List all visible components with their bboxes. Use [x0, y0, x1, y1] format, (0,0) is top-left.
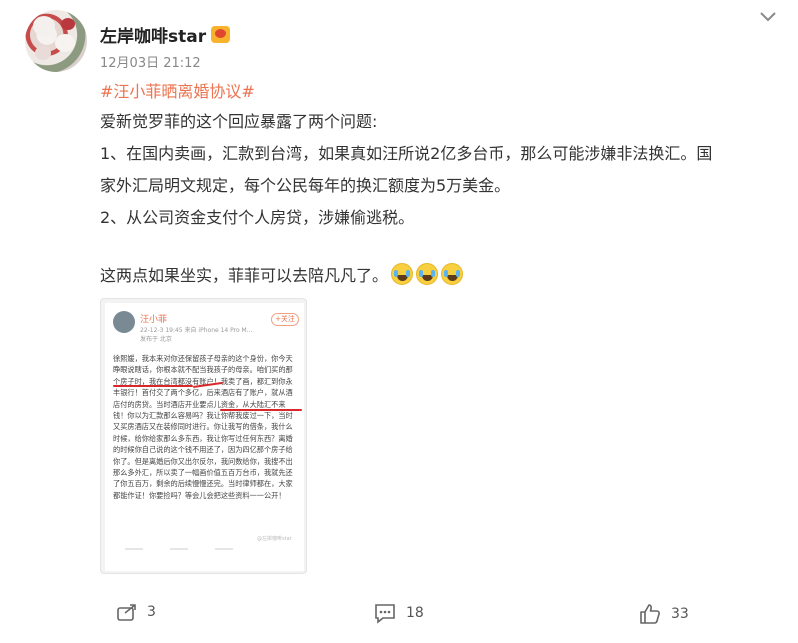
crying-emoji-icon: [441, 263, 464, 285]
hashtag-link[interactable]: #汪小菲晒离婚协议#: [100, 78, 255, 102]
screenshot-weibo-post: 汪小菲 22-12-3 19:45 来自 iPhone 14 Pro M... …: [105, 303, 304, 571]
user-avatar[interactable]: [25, 10, 87, 72]
embedded-meta: 22-12-3 19:45 来自 iPhone 14 Pro M... 发布于 …: [140, 325, 252, 343]
embedded-user-name: 汪小菲: [140, 315, 168, 325]
comment-button[interactable]: 18: [373, 602, 424, 624]
vip-badge-icon: [211, 26, 231, 43]
post-text: 这两点如果坐实，菲菲可以去陪凡凡了。: [100, 266, 389, 285]
watermark: @左岸咖啡star: [257, 536, 292, 542]
embedded-follow-button: +关注: [271, 313, 299, 326]
comment-count: 18: [406, 605, 424, 621]
crying-emoji-icon: [391, 263, 414, 285]
like-count: 33: [671, 606, 689, 622]
post-text-line: 1、在国内卖画，汇款到台湾，如果真如汪所说2亿多台币，那么可能涉嫌非法换汇。国: [100, 144, 713, 163]
comment-icon: [373, 602, 397, 624]
post-text-line: 爱新觉罗菲的这个回应暴露了两个问题:: [100, 112, 378, 131]
like-button[interactable]: 33: [638, 602, 689, 626]
share-icon: [116, 602, 138, 622]
share-button[interactable]: 3: [116, 602, 156, 622]
post-text-line: 2、从公司资金支付个人房贷，涉嫌偷逃税。: [100, 208, 415, 227]
crying-emoji-icon: [416, 263, 439, 285]
user-name[interactable]: 左岸咖啡star: [100, 22, 206, 47]
red-underline: [220, 409, 302, 411]
embedded-location: 发布于 北京: [140, 336, 172, 343]
post-time[interactable]: 12月03日 21:12: [100, 52, 201, 71]
red-underline: [113, 385, 193, 387]
share-count: 3: [147, 604, 156, 620]
thumbs-up-icon: [638, 602, 662, 626]
user-name-row[interactable]: 左岸咖啡star: [100, 22, 231, 47]
post-image[interactable]: 汪小菲 22-12-3 19:45 来自 iPhone 14 Pro M... …: [100, 298, 307, 574]
embedded-time: 22-12-3 19:45 来自 iPhone 14 Pro M...: [140, 327, 253, 334]
embedded-avatar: [113, 311, 135, 333]
chevron-down-icon[interactable]: [757, 5, 779, 27]
post-text-line: 家外汇局明文规定，每个公民每年的换汇额度为5万美金。: [100, 176, 511, 195]
embedded-body-text: 徐熙媛，我本来对你还保留孩子母亲的这个身份，你今天睁眼说瞎话，你根本就不配当我孩…: [113, 354, 293, 500]
post-text-line-last: 这两点如果坐实，菲菲可以去陪凡凡了。: [100, 262, 464, 286]
embedded-footer: [125, 548, 275, 550]
